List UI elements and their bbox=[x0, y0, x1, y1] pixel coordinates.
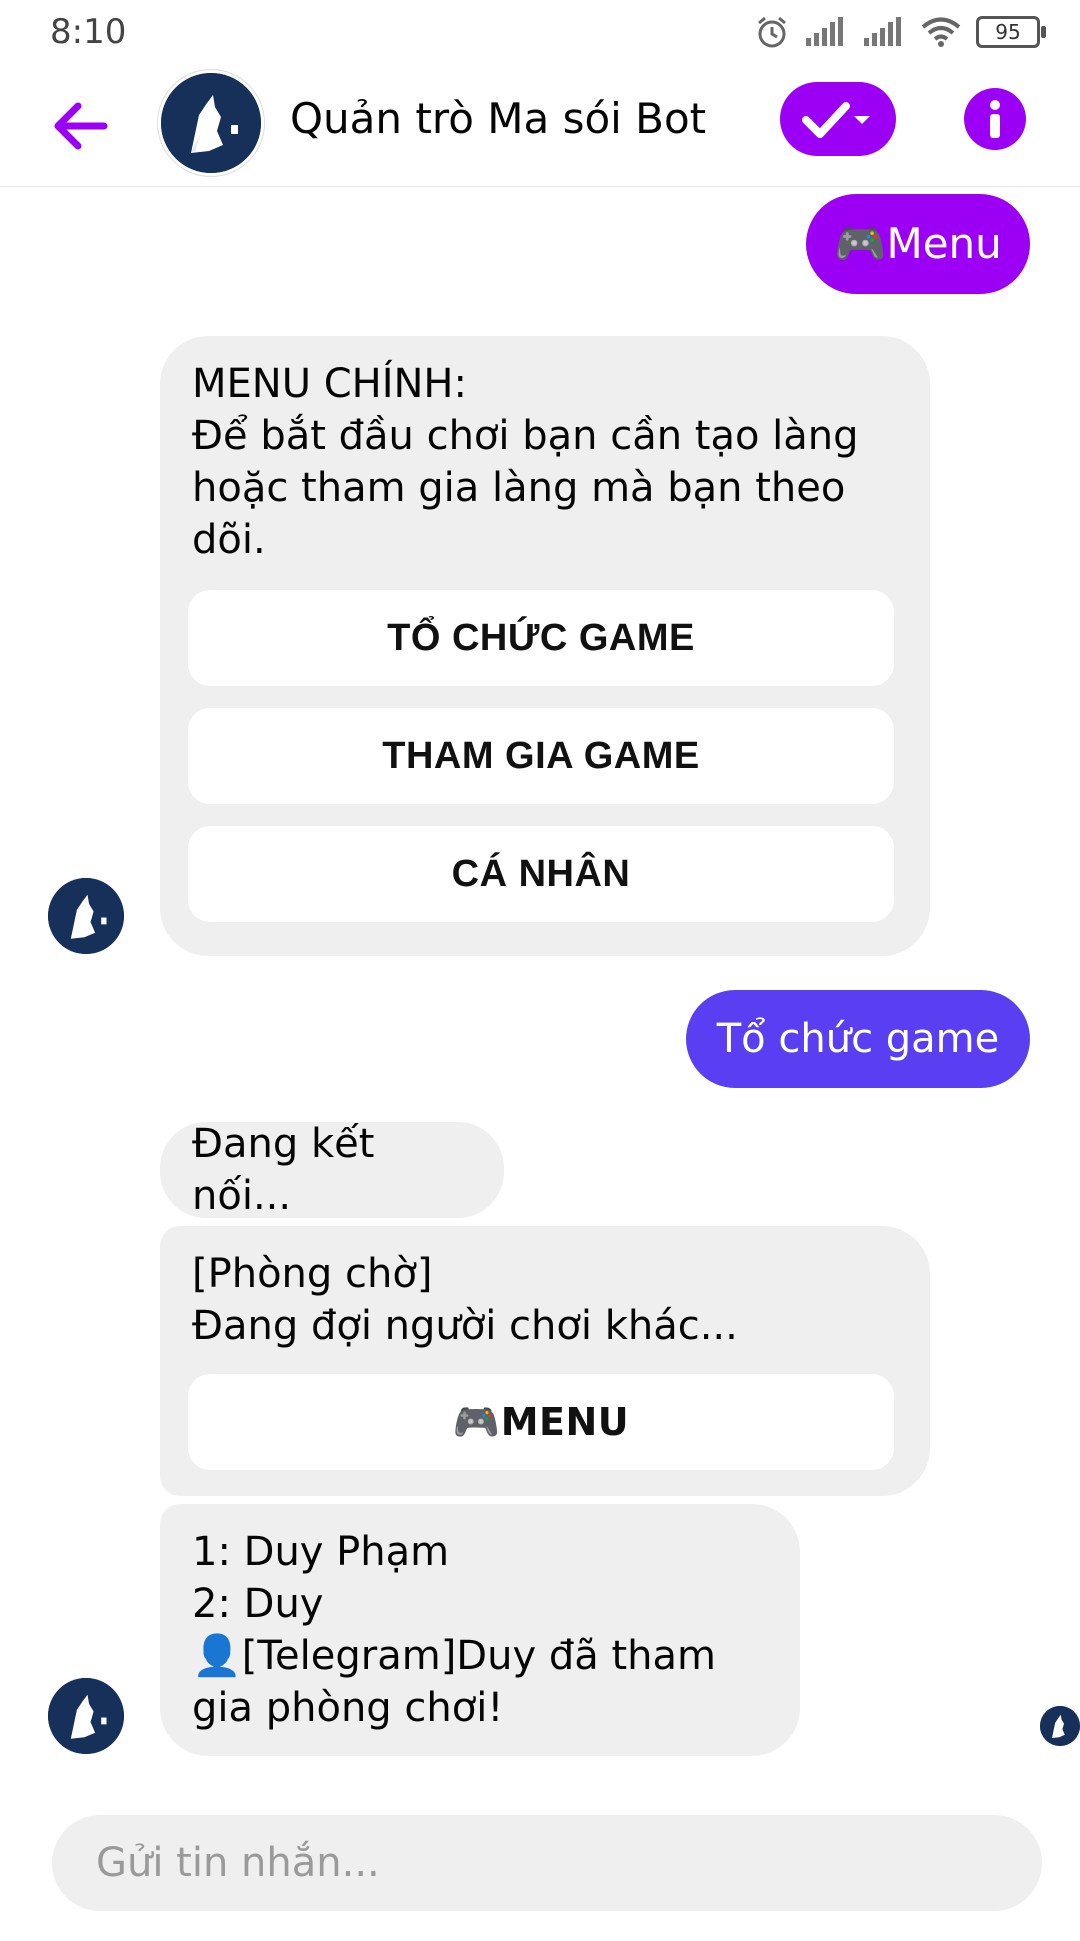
chat-title: Quản trò Ma sói Bot bbox=[290, 94, 707, 143]
arrow-left-icon bbox=[54, 102, 108, 150]
message-text: 🎮Menu bbox=[834, 219, 1002, 268]
check-icon bbox=[802, 102, 870, 138]
wifi-icon bbox=[921, 17, 961, 47]
info-icon bbox=[990, 100, 1000, 138]
wolf-logo-icon bbox=[1040, 1706, 1080, 1746]
bot-message-waiting-room: [Phòng chờ] Đang đợi người chơi khác... … bbox=[160, 1226, 930, 1496]
join-game-button[interactable]: THAM GIA GAME bbox=[188, 708, 894, 804]
user-message-menu: 🎮Menu bbox=[806, 194, 1030, 294]
bot-message-connecting: Đang kết nối... bbox=[160, 1121, 504, 1219]
message-input[interactable] bbox=[52, 1815, 1042, 1911]
back-button[interactable] bbox=[48, 94, 112, 158]
bot-avatar[interactable] bbox=[158, 70, 264, 176]
wolf-logo-icon bbox=[161, 73, 261, 173]
composer-bar bbox=[0, 1795, 1080, 1941]
user-message-organize-game: Tổ chức game bbox=[686, 990, 1030, 1088]
message-text: Đang kết nối... bbox=[192, 1121, 375, 1219]
wolf-logo-icon bbox=[48, 878, 124, 954]
info-button[interactable] bbox=[964, 88, 1026, 150]
battery-indicator: 95 bbox=[976, 16, 1046, 48]
organize-game-button[interactable]: TỔ CHỨC GAME bbox=[188, 590, 894, 686]
signal-icon-2 bbox=[864, 17, 901, 46]
chat-header: Quản trò Ma sói Bot bbox=[0, 66, 1080, 187]
message-text: Tổ chức game bbox=[716, 1016, 1000, 1062]
status-bar: 8:10 95 bbox=[0, 0, 1080, 66]
bot-message-player-list: 1: Duy Phạm 2: Duy 👤[Telegram]Duy đã tha… bbox=[160, 1504, 800, 1756]
bot-message-main-menu: MENU CHÍNH: Để bắt đầu chơi bạn cần tạo … bbox=[160, 336, 930, 956]
message-text: [Phòng chờ] Đang đợi người chơi khác... bbox=[192, 1251, 738, 1349]
status-toggle-button[interactable] bbox=[780, 82, 896, 156]
message-text: MENU CHÍNH: Để bắt đầu chơi bạn cần tạo … bbox=[192, 361, 859, 563]
message-text: 1: Duy Phạm 2: Duy 👤[Telegram]Duy đã tha… bbox=[192, 1529, 716, 1731]
wolf-logo-icon bbox=[48, 1678, 124, 1754]
personal-button[interactable]: CÁ NHÂN bbox=[188, 826, 894, 922]
bot-avatar-small bbox=[48, 1678, 124, 1754]
signal-icon bbox=[806, 17, 843, 46]
status-icons: 95 bbox=[754, 14, 1046, 50]
status-time: 8:10 bbox=[50, 12, 127, 52]
seen-receipt-avatar bbox=[1040, 1706, 1080, 1746]
alarm-icon bbox=[758, 16, 786, 48]
menu-button[interactable]: 🎮MENU bbox=[188, 1374, 894, 1470]
bot-avatar-small bbox=[48, 878, 124, 954]
